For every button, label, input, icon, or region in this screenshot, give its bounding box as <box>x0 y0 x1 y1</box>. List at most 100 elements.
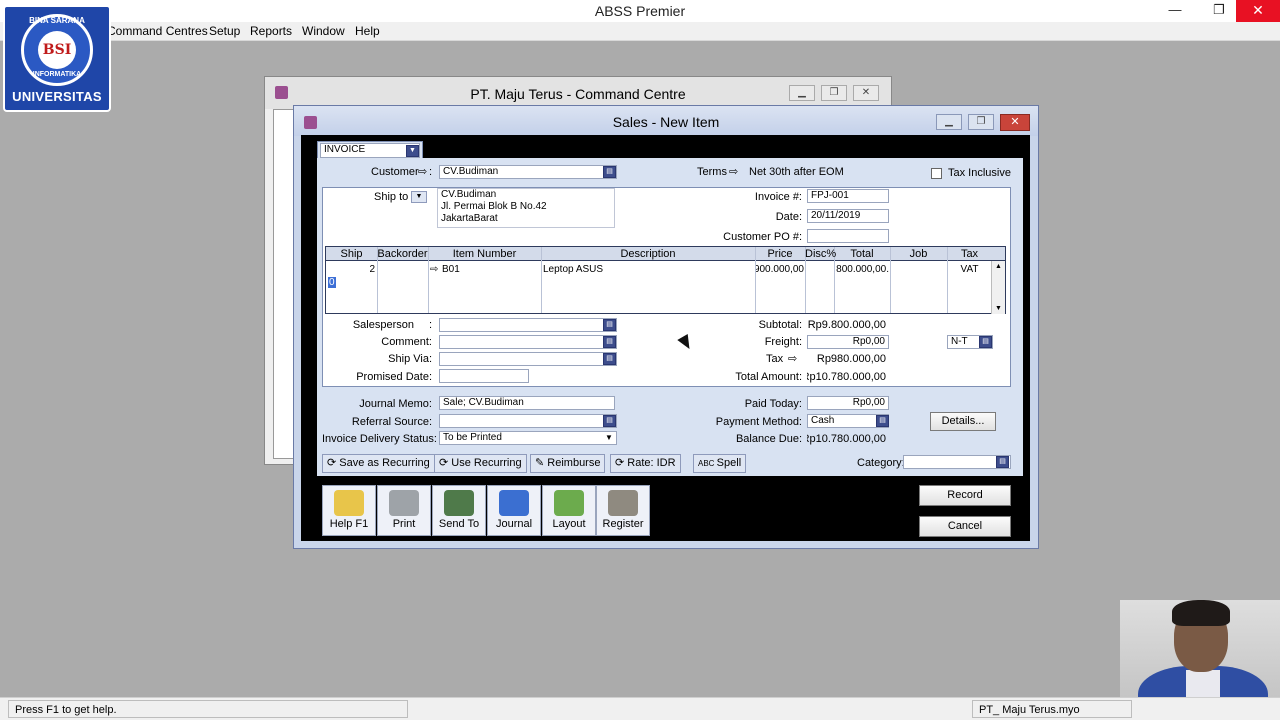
ship-via-list-icon[interactable]: ▤ <box>603 353 616 365</box>
cc-minimize-button[interactable]: ▁ <box>789 85 815 101</box>
app-title-bar: ABSS Premier — ❐ ✕ <box>0 0 1280 22</box>
row-ship[interactable]: 2 <box>326 264 375 275</box>
col-item-number[interactable]: Item Number <box>428 248 541 260</box>
col-backorder[interactable]: Backorder <box>377 248 428 260</box>
tax-zoom-arrow-icon[interactable]: ⇨ <box>788 352 797 365</box>
col-ship[interactable]: Ship <box>326 248 377 260</box>
minimize-button[interactable]: — <box>1158 0 1192 22</box>
spell-button[interactable]: ABC Spell <box>693 454 747 473</box>
help-f1-button[interactable]: Help F1 <box>322 485 376 536</box>
comment-list-icon[interactable]: ▤ <box>603 336 616 348</box>
chevron-down-icon[interactable]: ▼ <box>406 145 419 157</box>
freight-tax-list-icon[interactable]: ▤ <box>979 336 992 348</box>
customer-list-icon[interactable]: ▤ <box>603 166 616 178</box>
promised-date-field[interactable] <box>439 369 529 383</box>
referral-source-field[interactable] <box>439 414 617 428</box>
sales-close-button[interactable]: ✕ <box>1000 114 1030 131</box>
row-total[interactable]: .800.000,00 <box>835 264 889 275</box>
paid-today-field[interactable]: Rp0,00 <box>807 396 889 410</box>
register-button[interactable]: Register <box>596 485 650 536</box>
referral-source-label: Referral Source: <box>351 416 432 428</box>
journal-button[interactable]: Journal <box>487 485 541 536</box>
ship-to-label: Ship to <box>374 191 409 203</box>
payment-method-list-icon[interactable]: ▤ <box>876 415 889 427</box>
send-to-button[interactable]: Send To <box>432 485 486 536</box>
menu-window[interactable]: Window <box>302 24 345 38</box>
recurring-icon: ⟳ <box>327 457 340 469</box>
menu-setup[interactable]: Setup <box>209 24 240 38</box>
record-button[interactable]: Record <box>919 485 1011 506</box>
sales-restore-button[interactable]: ❐ <box>968 114 994 130</box>
rate-button[interactable]: ⟳ Rate: IDR <box>610 454 681 473</box>
printer-icon <box>389 490 419 516</box>
logo-label: UNIVERSITAS <box>12 89 102 104</box>
category-list-icon[interactable]: ▤ <box>996 456 1009 468</box>
tax-inclusive-checkbox[interactable] <box>931 168 942 179</box>
customer-zoom-arrow-icon[interactable]: ⇨ <box>418 165 427 178</box>
category-field[interactable] <box>903 455 1011 469</box>
menu-reports[interactable]: Reports <box>250 24 292 38</box>
col-tax[interactable]: Tax <box>947 248 992 260</box>
col-disc[interactable]: Disc% <box>805 248 836 260</box>
reimburse-button[interactable]: ✎ Reimburse <box>530 454 606 473</box>
col-price[interactable]: Price <box>755 248 805 260</box>
layout-type-select[interactable]: INVOICE <box>320 143 420 158</box>
ship-via-field[interactable] <box>439 352 617 366</box>
delivery-status-select[interactable]: To be Printed <box>439 431 617 445</box>
total-amount-label: Total Amount: <box>735 371 802 383</box>
sales-minimize-button[interactable]: ▁ <box>936 114 962 130</box>
comment-field[interactable] <box>439 335 617 349</box>
ship-via-label: Ship Via: <box>388 353 432 365</box>
col-job[interactable]: Job <box>890 248 947 260</box>
item-zoom-arrow-icon[interactable]: ⇨ <box>430 264 438 275</box>
date-label: Date: <box>775 211 802 223</box>
menu-help[interactable]: Help <box>355 24 380 38</box>
grid-scrollbar[interactable]: ▲ ▼ <box>991 261 1005 314</box>
customer-po-label: Customer PO #: <box>723 231 802 243</box>
save-as-recurring-button[interactable]: ⟳ Save as Recurring <box>322 454 435 473</box>
invoice-number-field[interactable]: FPJ-001 <box>807 189 889 203</box>
use-recurring-button[interactable]: ⟳ Use Recurring <box>434 454 527 473</box>
row-tax[interactable]: VAT <box>947 264 992 275</box>
referral-list-icon[interactable]: ▤ <box>603 415 616 427</box>
journal-memo-label: Journal Memo: <box>359 398 432 410</box>
customer-field[interactable]: CV.Budiman <box>439 165 617 179</box>
colon: : <box>429 319 433 331</box>
next-row-ship[interactable]: 0 <box>328 277 336 288</box>
cc-restore-button[interactable]: ❐ <box>821 85 847 101</box>
layout-button[interactable]: Layout <box>542 485 596 536</box>
salesperson-list-icon[interactable]: ▤ <box>603 319 616 331</box>
restore-button[interactable]: ❐ <box>1202 0 1236 22</box>
cc-close-button[interactable]: ✕ <box>853 85 879 101</box>
mailbox-icon <box>444 490 474 516</box>
journal-memo-field[interactable]: Sale; CV.Budiman <box>439 396 615 410</box>
menu-command-centres[interactable]: Command Centres <box>107 24 208 38</box>
row-item-number[interactable]: B01 <box>442 264 460 275</box>
line-items-grid[interactable]: Ship Backorder Item Number Description P… <box>325 246 1006 314</box>
customer-po-field[interactable] <box>807 229 889 243</box>
register-label: Register <box>602 518 644 530</box>
subtotal-value: Rp9.800.000,00 <box>807 319 886 331</box>
delivery-chevron-down-icon[interactable]: ▼ <box>605 433 613 442</box>
row-price[interactable]: 900.000,00 <box>756 264 804 275</box>
scroll-up-icon[interactable]: ▲ <box>995 263 1002 270</box>
print-button[interactable]: Print <box>377 485 431 536</box>
terms-zoom-arrow-icon[interactable]: ⇨ <box>729 165 738 178</box>
status-file-name: PT_ Maju Terus.myo <box>972 700 1132 718</box>
cancel-button[interactable]: Cancel <box>919 516 1011 537</box>
scroll-down-icon[interactable]: ▼ <box>995 305 1002 312</box>
row-description[interactable]: Leptop ASUS <box>543 264 603 275</box>
close-button[interactable]: ✕ <box>1236 0 1280 22</box>
freight-field[interactable]: Rp0,00 <box>807 335 889 349</box>
col-total[interactable]: Total <box>834 248 890 260</box>
date-field[interactable]: 20/11/2019 <box>807 209 889 223</box>
salesperson-field[interactable] <box>439 318 617 332</box>
ship-to-address[interactable]: CV.Budiman Jl. Permai Blok B No.42 Jakar… <box>437 188 615 228</box>
ship-to-line: JakartaBarat <box>441 213 498 224</box>
subtotal-label: Subtotal: <box>758 319 802 331</box>
logo-arc-bottom: INFORMATIKA <box>32 71 82 78</box>
col-description[interactable]: Description <box>541 248 755 260</box>
details-button[interactable]: Details... <box>930 412 996 431</box>
sales-title-bar[interactable]: Sales - New Item ▁ ❐ ✕ <box>294 106 1038 136</box>
ship-to-dropdown-icon[interactable]: ▼ <box>411 191 427 203</box>
